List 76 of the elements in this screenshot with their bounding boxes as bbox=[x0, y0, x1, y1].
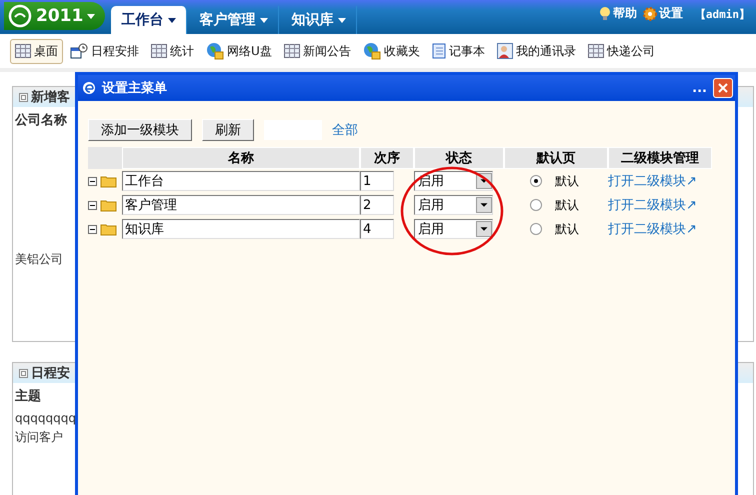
panel-title: 日程安 bbox=[31, 364, 70, 382]
order-field[interactable]: 2 bbox=[360, 195, 394, 215]
column-header: 公司名称 bbox=[14, 112, 68, 130]
toolbar-item[interactable]: 日程安排 bbox=[65, 38, 144, 64]
toolbar-item[interactable]: 收藏夹 bbox=[358, 38, 425, 64]
folder-icon bbox=[100, 174, 117, 188]
close-button[interactable] bbox=[713, 78, 733, 98]
toolbar-item[interactable]: 快递公司 bbox=[582, 38, 660, 64]
globe-icon bbox=[206, 42, 224, 60]
radio-button[interactable] bbox=[530, 199, 542, 211]
calendar-clock-icon bbox=[70, 43, 88, 59]
table-cell-text: qqqqqqqq bbox=[14, 410, 77, 427]
caret-icon bbox=[168, 18, 176, 22]
browser-icon bbox=[82, 81, 96, 95]
header-link[interactable]: 设置 bbox=[642, 5, 683, 22]
notebook-icon bbox=[432, 43, 446, 59]
name-field[interactable]: 工作台 bbox=[122, 171, 360, 191]
table-icon bbox=[151, 44, 167, 58]
open-submodule-link[interactable]: 打开二级模块↗ bbox=[608, 220, 697, 238]
more-menu[interactable]: ... bbox=[692, 80, 707, 96]
panel-title: 新增客 bbox=[31, 88, 70, 106]
add-module-button[interactable]: 添加一级模块 bbox=[88, 119, 192, 141]
dialog-title: 设置主菜单 bbox=[102, 80, 167, 97]
logo-text: 2011 bbox=[36, 6, 84, 26]
radio-label: 默认 bbox=[555, 172, 579, 190]
table-cell-text: 美铝公司 bbox=[14, 251, 64, 268]
close-icon bbox=[718, 83, 728, 93]
radio-label: 默认 bbox=[555, 196, 579, 214]
refresh-button[interactable]: 刷新 bbox=[202, 119, 254, 141]
name-field[interactable]: 客户管理 bbox=[122, 195, 360, 215]
logo[interactable]: 2011 bbox=[4, 2, 106, 30]
table-icon bbox=[15, 44, 31, 58]
name-field[interactable]: 知识库 bbox=[122, 219, 360, 239]
toolbar-item[interactable]: 网络U盘 bbox=[201, 38, 277, 64]
column-header: 二级模块管理 bbox=[608, 147, 712, 169]
column-header: 默认页 bbox=[504, 147, 608, 169]
contact-card-icon bbox=[496, 43, 513, 59]
column-header: 状态 bbox=[414, 147, 504, 169]
status-dropdown[interactable]: 启用 bbox=[414, 219, 493, 239]
order-field[interactable]: 1 bbox=[360, 171, 394, 191]
table-icon bbox=[284, 44, 300, 58]
gear-icon bbox=[642, 6, 657, 20]
caret-icon bbox=[260, 18, 268, 22]
collapse-icon[interactable] bbox=[88, 200, 97, 210]
toolbar-item[interactable]: 统计 bbox=[146, 38, 199, 64]
caret-icon bbox=[338, 18, 346, 22]
table-cell-text: 访问客户 bbox=[14, 429, 64, 446]
caret-icon bbox=[87, 14, 96, 18]
globe-icon bbox=[362, 42, 381, 60]
nav-tab[interactable]: 知识库 bbox=[281, 6, 358, 34]
radio-label: 默认 bbox=[555, 220, 579, 238]
collapse-icon[interactable] bbox=[88, 224, 97, 234]
column-header: 主题 bbox=[14, 388, 42, 406]
status-dropdown[interactable]: 启用 bbox=[414, 195, 493, 215]
radio-button[interactable] bbox=[530, 175, 542, 187]
toolbar-item[interactable]: 我的通讯录 bbox=[492, 38, 581, 64]
folder-icon bbox=[100, 198, 117, 212]
all-link[interactable]: 全部 bbox=[332, 121, 358, 139]
open-submodule-link[interactable]: 打开二级模块↗ bbox=[608, 172, 697, 190]
logo-mark-icon bbox=[8, 4, 32, 28]
light-bulb-icon bbox=[598, 6, 611, 21]
open-submodule-link[interactable]: 打开二级模块↗ bbox=[608, 196, 697, 214]
column-header: 次序 bbox=[360, 147, 414, 169]
column-header: 名称 bbox=[122, 147, 360, 169]
radio-button[interactable] bbox=[530, 223, 542, 235]
user-name: 【admin】 bbox=[694, 7, 750, 22]
nav-tab[interactable]: 工作台 bbox=[111, 6, 188, 34]
header-link[interactable]: 帮助 bbox=[598, 5, 637, 22]
table-icon bbox=[588, 44, 604, 58]
nav-tab[interactable]: 客户管理 bbox=[189, 6, 280, 34]
collapse-icon[interactable] bbox=[88, 176, 97, 186]
toolbar-item[interactable]: 桌面 bbox=[10, 38, 63, 64]
toolbar-item[interactable]: 记事本 bbox=[426, 38, 490, 64]
toolbar-item[interactable]: 新闻公告 bbox=[278, 38, 356, 64]
folder-icon bbox=[100, 222, 117, 236]
order-field[interactable]: 4 bbox=[360, 219, 394, 239]
